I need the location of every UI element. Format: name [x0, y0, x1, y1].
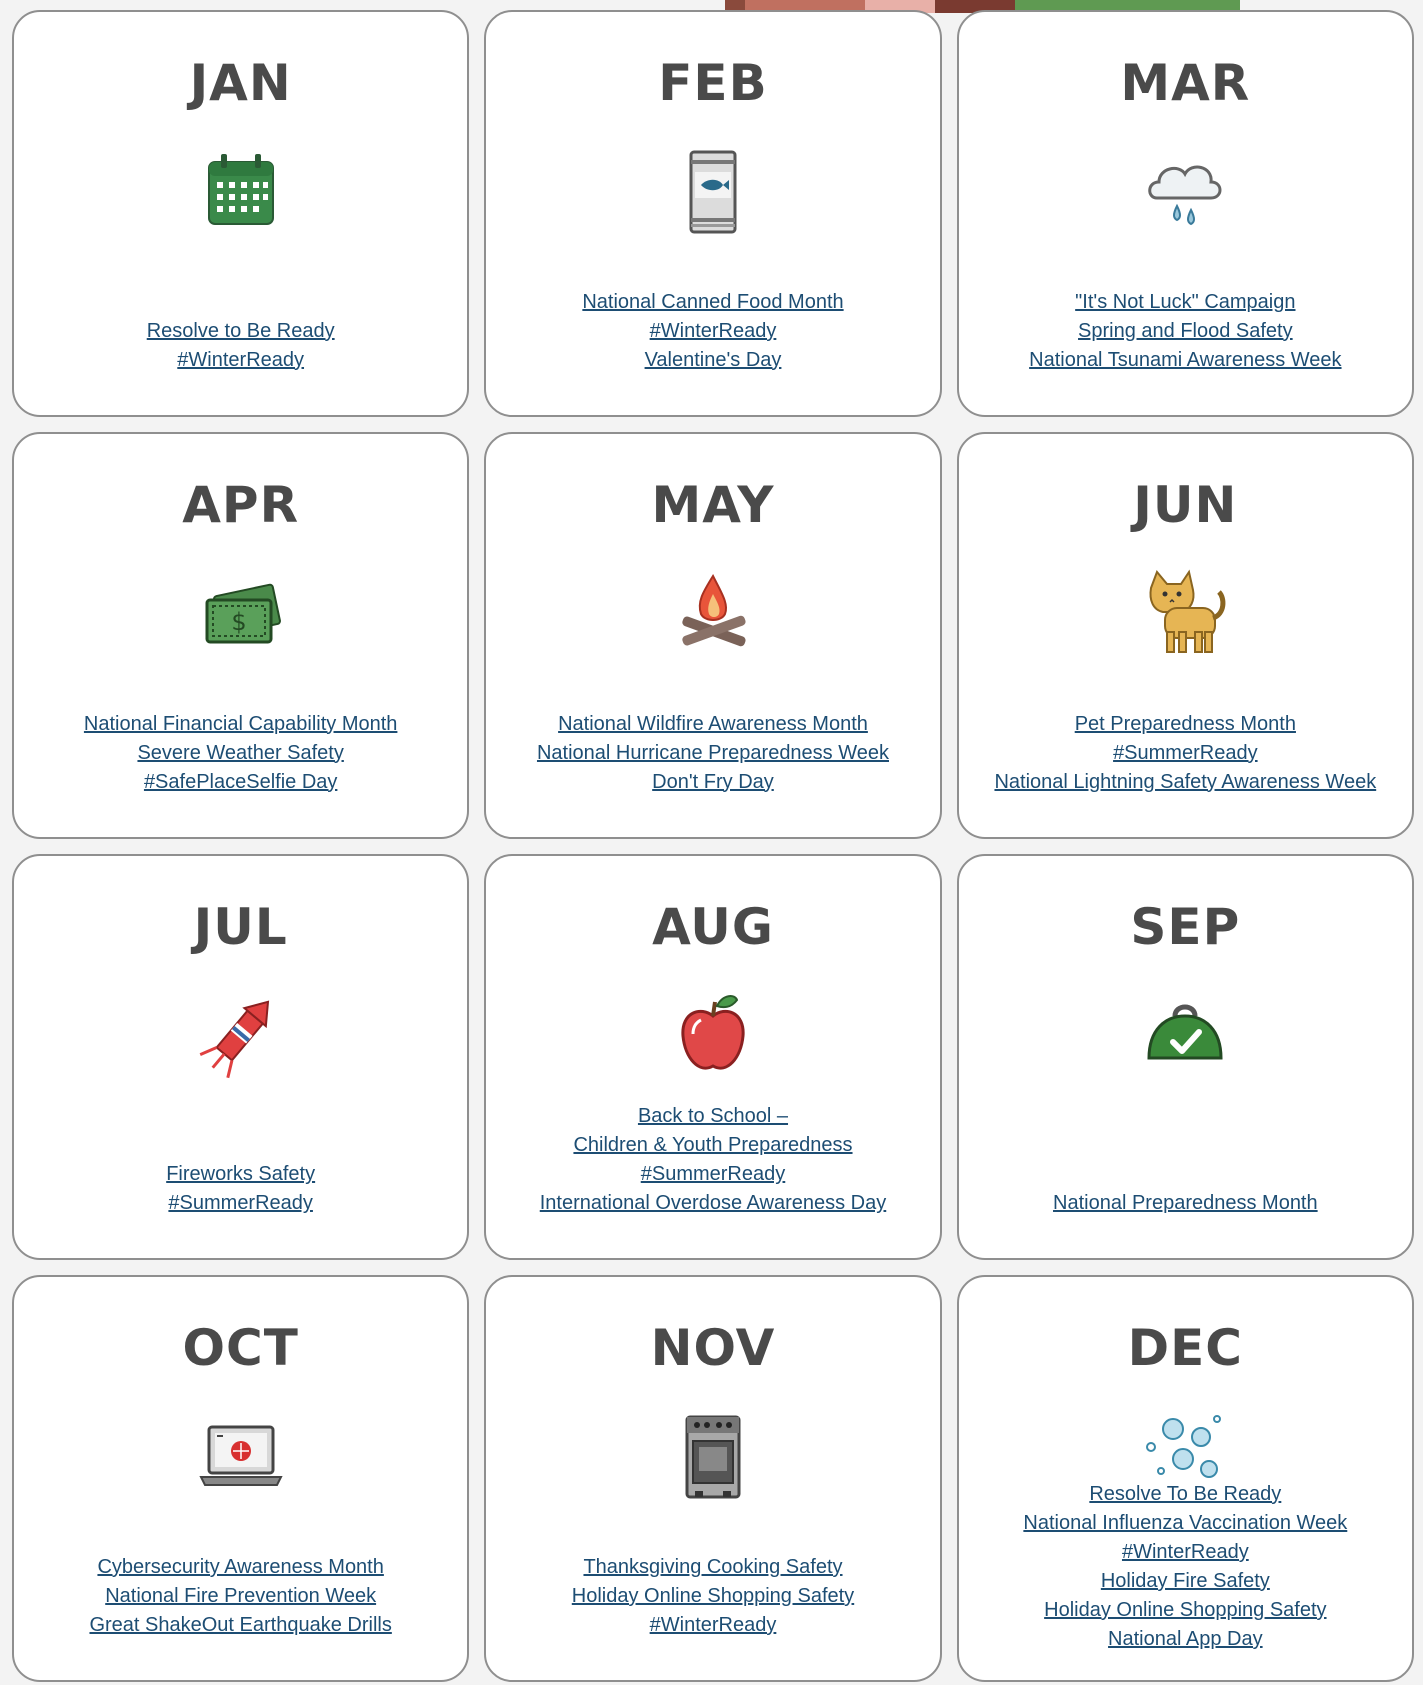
month-card-mar: MAR "It's Not Luck" Campaign Spring and … — [956, 10, 1414, 417]
event-link[interactable]: Holiday Fire Safety — [1101, 1567, 1270, 1596]
event-links: Resolve to Be Ready #WinterReady — [24, 317, 457, 375]
event-link[interactable]: #SummerReady — [1113, 739, 1258, 768]
event-links: "It's Not Luck" Campaign Spring and Floo… — [969, 288, 1402, 375]
apple-icon — [665, 986, 761, 1082]
month-card-sep: SEP National Preparedness Month — [956, 853, 1414, 1261]
oven-icon — [665, 1407, 761, 1503]
month-title: JUL — [193, 897, 288, 956]
event-link[interactable]: Severe Weather Safety — [137, 739, 343, 768]
event-links: Resolve To Be Ready National Influenza V… — [969, 1480, 1402, 1654]
event-link[interactable]: National Lightning Safety Awareness Week — [994, 768, 1376, 797]
event-link[interactable]: Pet Preparedness Month — [1075, 710, 1296, 739]
event-link[interactable]: Holiday Online Shopping Safety — [572, 1582, 854, 1611]
event-link[interactable]: Don't Fry Day — [652, 768, 774, 797]
event-link[interactable]: #SummerReady — [641, 1160, 786, 1189]
event-link[interactable]: #SafePlaceSelfie Day — [144, 768, 337, 797]
month-card-feb: FEB National Canned Food Month #WinterRe… — [484, 10, 942, 417]
month-card-jul: JUL Fireworks Safety #SummerReady — [12, 853, 470, 1261]
month-card-apr: APR $ National Financial Capability Mont… — [12, 431, 470, 839]
event-link[interactable]: Fireworks Safety — [166, 1160, 315, 1189]
event-links: National Canned Food Month #WinterReady … — [496, 288, 929, 375]
firework-rocket-icon — [193, 986, 289, 1082]
month-title: AUG — [652, 897, 774, 956]
month-grid: JAN Resolve to Be Ready #WinterReady FEB — [12, 10, 1414, 1682]
event-links: Back to School – Children & Youth Prepar… — [496, 1102, 929, 1218]
event-link[interactable]: National Financial Capability Month — [84, 710, 398, 739]
event-link[interactable]: #SummerReady — [168, 1189, 313, 1218]
month-title: FEB — [658, 54, 768, 112]
event-links: Cybersecurity Awareness Month National F… — [24, 1553, 457, 1640]
event-link[interactable]: Resolve To Be Ready — [1089, 1480, 1281, 1509]
month-title: JAN — [189, 54, 292, 112]
laptop-icon — [193, 1407, 289, 1503]
event-link[interactable]: Cybersecurity Awareness Month — [97, 1553, 383, 1582]
month-card-jun: JUN Pet Preparedness Month #SummerReady … — [956, 431, 1414, 839]
event-link[interactable]: Thanksgiving Cooking Safety — [583, 1553, 842, 1582]
event-link[interactable]: #WinterReady — [650, 317, 777, 346]
event-links: Thanksgiving Cooking Safety Holiday Onli… — [496, 1553, 929, 1640]
svg-text:$: $ — [231, 608, 246, 636]
month-card-oct: OCT Cybersecurity Awareness Month Nation… — [12, 1275, 470, 1682]
event-link[interactable]: National Fire Prevention Week — [105, 1582, 376, 1611]
event-links: National Wildfire Awareness Month Nation… — [496, 710, 929, 797]
event-links: National Financial Capability Month Seve… — [24, 710, 457, 797]
event-link[interactable]: #WinterReady — [650, 1611, 777, 1640]
month-card-aug: AUG Back to School – Children & Youth Pr… — [484, 853, 942, 1261]
month-card-nov: NOV Thanksgiving Cooking Safety Holiday … — [484, 1275, 942, 1682]
event-link[interactable]: National Tsunami Awareness Week — [1029, 346, 1341, 375]
cat-icon — [1137, 564, 1233, 660]
event-link[interactable]: Valentine's Day — [645, 346, 782, 375]
event-links: Pet Preparedness Month #SummerReady Nati… — [969, 710, 1402, 797]
calendar-icon — [193, 142, 289, 238]
campfire-icon — [665, 564, 761, 660]
event-link[interactable]: National Wildfire Awareness Month — [558, 710, 868, 739]
month-title: APR — [182, 475, 300, 534]
month-title: DEC — [1127, 1319, 1243, 1378]
month-title: OCT — [182, 1319, 299, 1378]
month-title: MAY — [651, 475, 775, 534]
month-title: NOV — [650, 1319, 776, 1378]
event-link[interactable]: #WinterReady — [1122, 1538, 1249, 1567]
event-link[interactable]: Resolve to Be Ready — [147, 317, 335, 346]
event-link[interactable]: Back to School – — [638, 1102, 788, 1131]
month-title: JUN — [1133, 475, 1238, 534]
event-link[interactable]: National App Day — [1108, 1625, 1263, 1654]
canned-food-icon — [665, 142, 761, 238]
event-link[interactable]: National Hurricane Preparedness Week — [537, 739, 889, 768]
event-link[interactable]: National Preparedness Month — [1053, 1189, 1318, 1218]
event-link[interactable]: International Overdose Awareness Day — [540, 1189, 887, 1218]
month-card-jan: JAN Resolve to Be Ready #WinterReady — [12, 10, 470, 417]
event-link[interactable]: National Influenza Vaccination Week — [1023, 1509, 1347, 1538]
event-link[interactable]: Great ShakeOut Earthquake Drills — [89, 1611, 391, 1640]
event-link[interactable]: Holiday Online Shopping Safety — [1044, 1596, 1326, 1625]
event-link[interactable]: National Canned Food Month — [582, 288, 843, 317]
event-link[interactable]: Children & Youth Preparedness — [573, 1131, 852, 1160]
money-icon: $ — [193, 564, 289, 660]
event-link[interactable]: Spring and Flood Safety — [1078, 317, 1293, 346]
event-links: Fireworks Safety #SummerReady — [24, 1160, 457, 1218]
event-link[interactable]: "It's Not Luck" Campaign — [1075, 288, 1295, 317]
month-card-dec: DEC Resolve To Be Ready National Influen… — [956, 1275, 1414, 1682]
month-title: SEP — [1130, 897, 1241, 956]
emergency-kit-icon — [1137, 986, 1233, 1082]
rain-cloud-icon — [1137, 142, 1233, 238]
event-links: National Preparedness Month — [969, 1189, 1402, 1218]
month-card-may: MAY National Wildfire Awareness Month Na… — [484, 431, 942, 839]
event-link[interactable]: #WinterReady — [177, 346, 304, 375]
month-title: MAR — [1120, 54, 1251, 112]
